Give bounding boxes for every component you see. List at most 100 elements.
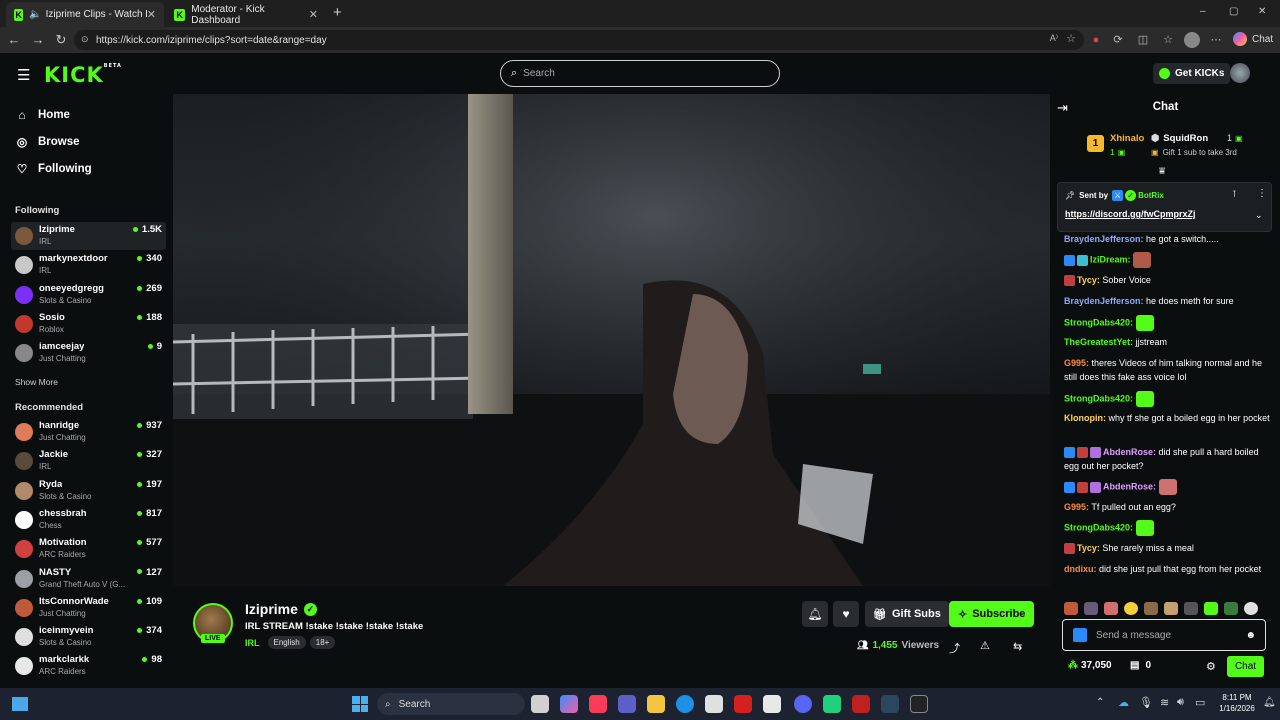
tray-overflow-icon[interactable]: ⌃ (1096, 697, 1104, 708)
discord-icon[interactable] (794, 695, 812, 713)
wifi-icon[interactable]: ≋ (1160, 696, 1169, 709)
emote-icon[interactable] (1084, 601, 1098, 615)
volume-icon[interactable]: 🔊︎ (1177, 696, 1184, 709)
category-link[interactable]: IRL (245, 638, 260, 648)
chat-username[interactable]: StrongDabs420: (1064, 522, 1133, 532)
app-icon[interactable] (823, 695, 841, 713)
widgets-icon[interactable] (12, 697, 28, 711)
emote-icon[interactable] (1244, 601, 1258, 615)
chat-settings-icon[interactable]: ⚙ (1206, 660, 1216, 673)
maximize-button[interactable]: ▢ (1229, 6, 1238, 17)
nav-browse[interactable]: ◎ Browse (15, 135, 80, 149)
chat-message[interactable]: IziDream: (1064, 252, 1274, 268)
sidebar-channel-item[interactable]: Sosio Roblox 188 (11, 310, 166, 338)
emote-icon[interactable] (1224, 601, 1238, 615)
notification-bell-button[interactable]: 🔔︎ (802, 601, 828, 627)
close-window-button[interactable]: ✕ (1258, 6, 1266, 17)
chat-message[interactable]: AbdenRose: (1064, 479, 1274, 495)
chat-message[interactable]: StrongDabs420: (1064, 520, 1274, 536)
store-icon[interactable] (705, 695, 723, 713)
sidebar-channel-item[interactable]: hanridge Just Chatting 937 (11, 418, 166, 446)
app-icon[interactable] (910, 695, 928, 713)
speaker-icon[interactable]: 🔈 (29, 9, 41, 20)
microphone-icon[interactable]: 🎙︎ (1139, 696, 1153, 709)
app-icon[interactable] (852, 695, 870, 713)
subscribe-button[interactable]: ✧ Subscribe (949, 601, 1035, 627)
drops-counter[interactable]: ▤ 0 (1130, 660, 1151, 671)
tag-18plus[interactable]: 18+ (309, 636, 336, 649)
app-icon[interactable] (763, 695, 781, 713)
hamburger-menu-icon[interactable]: ☰ (17, 66, 30, 84)
split-screen-icon[interactable]: ◫ (1135, 32, 1151, 48)
channel-name[interactable]: Iziprime (245, 601, 298, 617)
chat-username[interactable]: G995: (1064, 502, 1089, 512)
share-icon[interactable]: ⤴ (949, 640, 960, 656)
emoji-icon[interactable]: ☻ (1245, 630, 1256, 641)
close-tab-icon[interactable]: ✕ (147, 8, 156, 21)
emote-icon[interactable] (1164, 601, 1178, 615)
kick-logo[interactable]: KICKBETA (44, 63, 122, 87)
file-explorer-icon[interactable] (647, 695, 665, 713)
sidebar-channel-item[interactable]: chessbrah Chess 817 (11, 506, 166, 534)
site-info-icon[interactable]: ⊙ (81, 34, 89, 45)
chat-username[interactable]: Klonopin: (1064, 413, 1106, 423)
chat-username[interactable]: G995: (1064, 358, 1089, 368)
teams-icon[interactable] (618, 695, 636, 713)
chat-message[interactable]: dndixu: did she just pull that egg from … (1064, 562, 1274, 576)
emote-icon[interactable] (1144, 601, 1158, 615)
emote-icon[interactable] (1124, 601, 1138, 615)
pinned-more-icon[interactable]: ⋮ (1257, 188, 1267, 199)
music-app-icon[interactable] (589, 695, 607, 713)
chat-message[interactable]: Klonopin: why tf she got a boiled egg in… (1064, 411, 1274, 425)
emote-icon[interactable] (1184, 601, 1198, 615)
expand-pinned-icon[interactable]: ⌄ (1255, 210, 1263, 221)
address-bar[interactable]: ⊙ https://kick.com/iziprime/clips?sort=d… (74, 30, 1084, 50)
clock[interactable]: 8:11 PM 1/16/2026 (1216, 692, 1258, 714)
app-l-icon[interactable] (734, 695, 752, 713)
chat-message[interactable]: Tycy: She rarely miss a meal (1064, 541, 1274, 555)
close-tab-icon[interactable]: ✕ (309, 8, 318, 21)
chat-message[interactable]: BraydenJefferson: he does meth for sure (1064, 294, 1274, 308)
user-avatar[interactable] (1230, 63, 1250, 83)
sidebar-channel-item[interactable]: ItsConnorWade Just Chatting 109 (11, 594, 166, 622)
tray-app-icon[interactable]: ☁ (1118, 696, 1129, 709)
unpin-icon[interactable]: ⊺ (1232, 189, 1237, 200)
sidebar-channel-item[interactable]: markynextdoor IRL 340 (11, 251, 166, 279)
chat-username[interactable]: Tycy: (1077, 543, 1100, 553)
refresh-icon[interactable]: ↻ (53, 32, 69, 48)
show-more-link[interactable]: Show More (15, 377, 58, 387)
pinned-link[interactable]: https://discord.gg/fwCpmprxZj (1065, 209, 1196, 219)
chat-message[interactable]: G995: theres Videos of him talking norma… (1064, 356, 1274, 384)
chat-input[interactable]: Send a message ☻ (1062, 619, 1266, 651)
sidebar-channel-item[interactable]: Ryda Slots & Casino 197 (11, 477, 166, 505)
sidebar-channel-item[interactable]: Jackie IRL 327 (11, 447, 166, 475)
tab-iziprime-clips[interactable]: K 🔈 Iziprime Clips - Watch Live on ✕ (6, 2, 164, 27)
emote-icon[interactable] (1204, 601, 1218, 615)
sidebar-channel-item[interactable]: oneeyedgregg Slots & Casino 269 (11, 281, 166, 309)
chat-username[interactable]: AbdenRose: (1103, 481, 1156, 491)
gift-subs-button[interactable]: 🎁︎ Gift Subs (865, 601, 949, 627)
emote-icon[interactable] (1104, 601, 1118, 615)
nav-following[interactable]: ♡ Following (15, 162, 92, 176)
task-view-icon[interactable] (531, 695, 549, 713)
leader-1-name[interactable]: Xhinalo (1110, 133, 1144, 144)
video-player[interactable] (173, 94, 1050, 586)
tab-moderator-dashboard[interactable]: K Moderator - Kick Dashboard ✕ (166, 2, 326, 27)
sidebar-channel-item[interactable]: Iziprime IRL 1.5K (11, 222, 166, 250)
sidebar-channel-item[interactable]: iamceejay Just Chatting 9 (11, 339, 166, 367)
chat-message[interactable]: Tycy: Sober Voice (1064, 273, 1274, 287)
chat-username[interactable]: dndixu: (1064, 564, 1097, 574)
chat-message[interactable]: BraydenJefferson: he got a switch..... (1064, 232, 1274, 246)
read-aloud-icon[interactable]: A⁾ (1050, 33, 1058, 44)
sidebar-channel-item[interactable]: iceinmyvein Slots & Casino 374 (11, 623, 166, 651)
notifications-icon[interactable]: 🔔︎ (1263, 697, 1276, 708)
chat-username[interactable]: TheGreatestYet: (1064, 337, 1133, 347)
chat-message[interactable]: G995: Tf pulled out an egg? (1064, 500, 1274, 514)
channel-points[interactable]: ⁂ 37,050 (1068, 660, 1112, 671)
get-kicks-button[interactable]: Get KICKs (1153, 63, 1231, 84)
search-input[interactable]: ⌕ Search (500, 60, 780, 87)
sidebar-channel-item[interactable]: markclarkk ARC Raiders 98 (11, 652, 166, 680)
report-icon[interactable]: ⚠ (980, 639, 990, 652)
sidebar-channel-item[interactable]: NASTY Grand Theft Auto V (G... 127 (11, 565, 166, 593)
chat-username[interactable]: StrongDabs420: (1064, 317, 1133, 327)
